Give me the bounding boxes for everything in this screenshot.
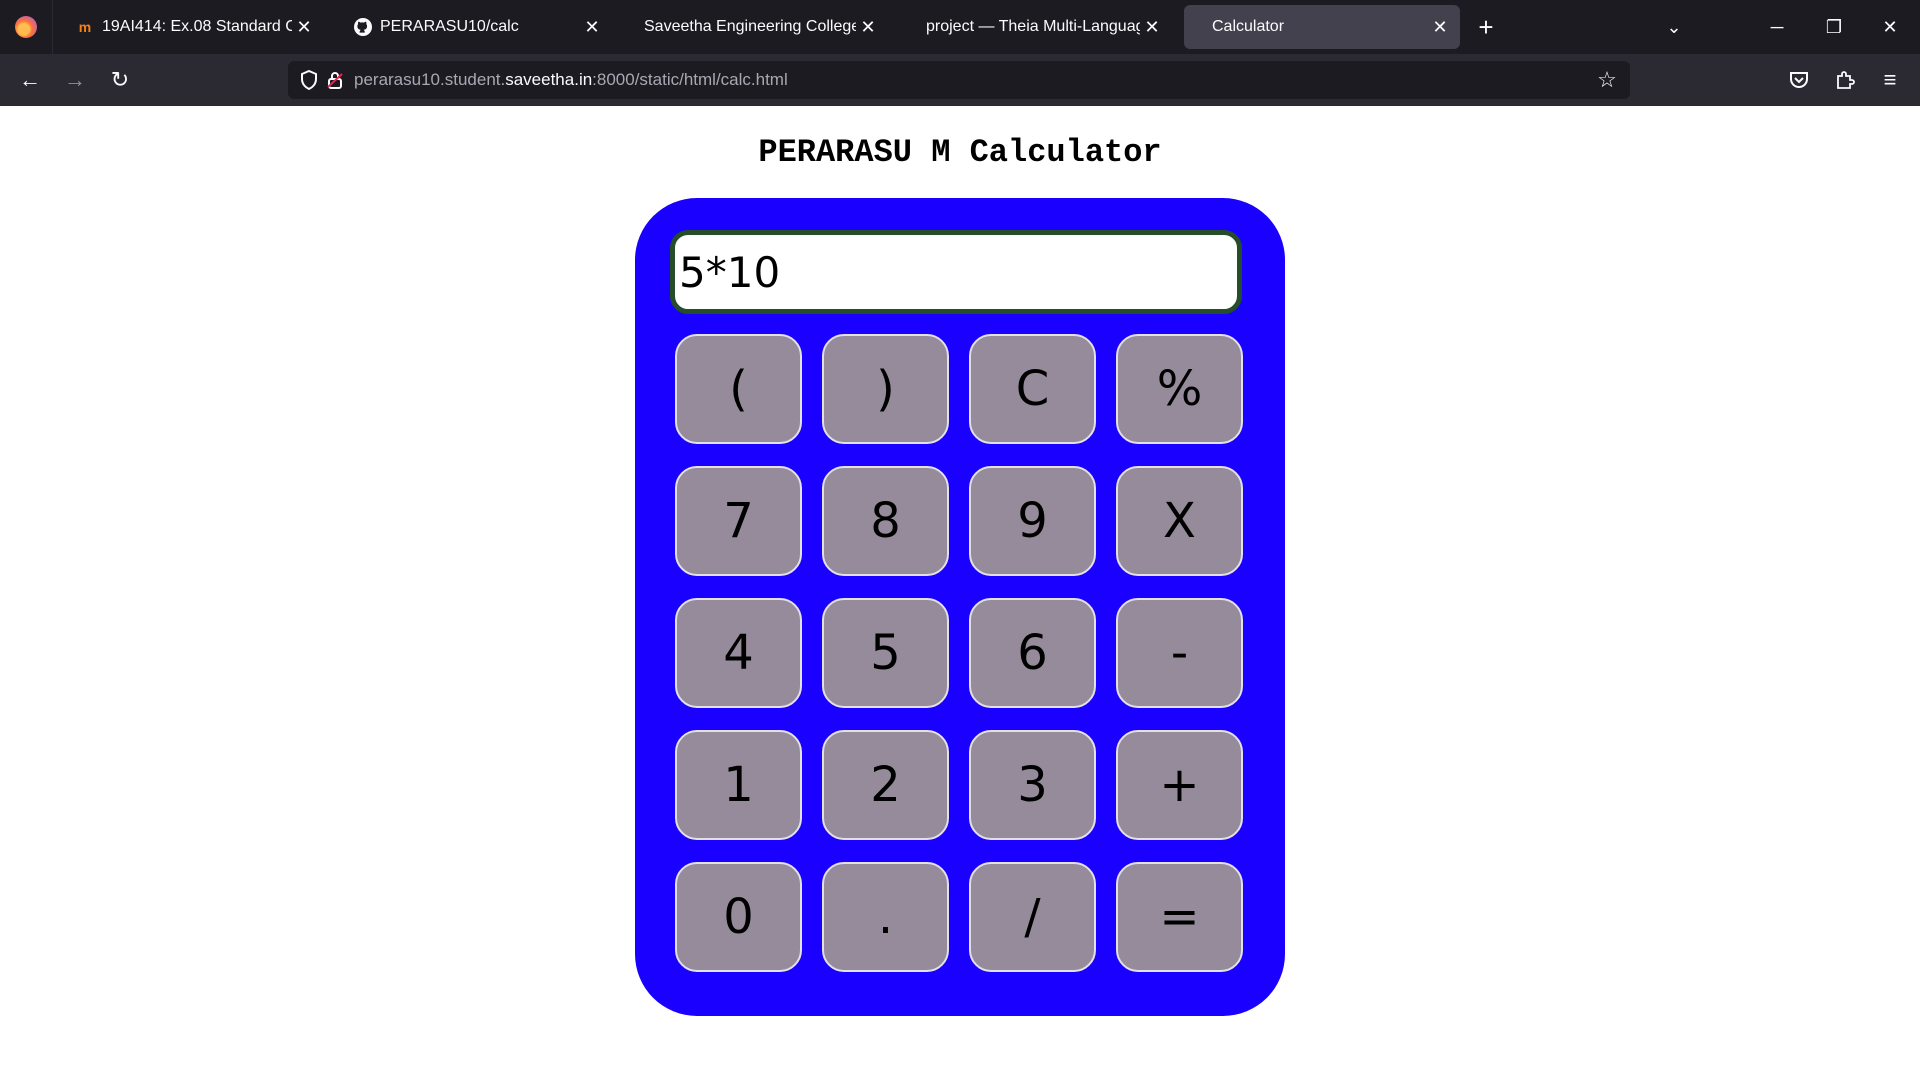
- key-1[interactable]: 1: [675, 730, 802, 840]
- key-clear[interactable]: C: [969, 334, 1096, 444]
- shield-icon[interactable]: [298, 69, 320, 91]
- key-close-paren[interactable]: ): [822, 334, 949, 444]
- close-icon[interactable]: ✕: [1428, 15, 1452, 39]
- key-percent[interactable]: %: [1116, 334, 1243, 444]
- hamburger-menu-icon[interactable]: ≡: [1874, 64, 1906, 96]
- url-domain: saveetha.in: [505, 70, 593, 89]
- key-equals[interactable]: =: [1116, 862, 1243, 972]
- key-divide[interactable]: /: [969, 862, 1096, 972]
- tab-bar: m 19AI414: Ex.08 Standard Calcula ✕ PERA…: [0, 0, 1920, 54]
- new-tab-icon[interactable]: +: [1472, 12, 1500, 42]
- tab-moodle[interactable]: m 19AI414: Ex.08 Standard Calcula ✕: [62, 5, 324, 49]
- forward-icon[interactable]: →: [59, 64, 91, 96]
- key-6[interactable]: 6: [969, 598, 1096, 708]
- tab-title: project — Theia Multi-Language Ex: [926, 18, 1140, 35]
- back-icon[interactable]: ←: [14, 64, 46, 96]
- key-decimal[interactable]: .: [822, 862, 949, 972]
- page-content: PERARASU M Calculator 5*10 ( ) C % 7 8 9…: [0, 106, 1920, 1080]
- firefox-menu-button[interactable]: [0, 0, 53, 54]
- url-prefix: perarasu10.student.: [354, 70, 506, 89]
- key-4[interactable]: 4: [675, 598, 802, 708]
- tab-saveetha[interactable]: Saveetha Engineering College ✕: [616, 5, 888, 49]
- keypad: ( ) C % 7 8 9 X 4 5 6 - 1 2 3 + 0 . / =: [675, 334, 1243, 972]
- minimize-icon[interactable]: ─: [1760, 10, 1794, 44]
- calculator-display[interactable]: 5*10: [670, 230, 1242, 314]
- tab-title: 19AI414: Ex.08 Standard Calcula: [102, 18, 292, 35]
- github-icon: [354, 18, 372, 36]
- tab-theia[interactable]: project — Theia Multi-Language Ex ✕: [898, 5, 1172, 49]
- close-window-icon[interactable]: ✕: [1873, 10, 1907, 44]
- url-bar[interactable]: perarasu10.student.saveetha.in:8000/stat…: [288, 61, 1630, 99]
- key-2[interactable]: 2: [822, 730, 949, 840]
- key-7[interactable]: 7: [675, 466, 802, 576]
- close-icon[interactable]: ✕: [292, 15, 316, 39]
- calculator: 5*10 ( ) C % 7 8 9 X 4 5 6 - 1 2 3 + 0 .…: [635, 198, 1285, 1016]
- url-suffix: :8000/static/html/calc.html: [592, 70, 788, 89]
- tab-title: Saveetha Engineering College: [644, 18, 856, 35]
- key-0[interactable]: 0: [675, 862, 802, 972]
- key-3[interactable]: 3: [969, 730, 1096, 840]
- restore-icon[interactable]: ❐: [1817, 10, 1851, 44]
- page-title: PERARASU M Calculator: [758, 134, 1162, 171]
- firefox-icon: [15, 16, 37, 38]
- tab-title: PERARASU10/calc: [380, 18, 519, 35]
- moodle-icon: m: [78, 19, 92, 35]
- extensions-icon[interactable]: [1829, 64, 1861, 96]
- key-open-paren[interactable]: (: [675, 334, 802, 444]
- key-5[interactable]: 5: [822, 598, 949, 708]
- reload-icon[interactable]: ↻: [104, 64, 136, 96]
- pocket-icon[interactable]: [1783, 64, 1815, 96]
- key-plus[interactable]: +: [1116, 730, 1243, 840]
- key-8[interactable]: 8: [822, 466, 949, 576]
- close-icon[interactable]: ✕: [856, 15, 880, 39]
- tab-calculator[interactable]: Calculator ✕: [1184, 5, 1460, 49]
- lock-icon[interactable]: [324, 69, 346, 91]
- close-icon[interactable]: ✕: [580, 15, 604, 39]
- key-multiply[interactable]: X: [1116, 466, 1243, 576]
- key-9[interactable]: 9: [969, 466, 1096, 576]
- chevron-down-icon[interactable]: ⌄: [1660, 13, 1688, 41]
- navigation-bar: ← → ↻ perarasu10.student.saveetha.in:800…: [0, 54, 1920, 106]
- bookmark-star-icon[interactable]: ☆: [1594, 67, 1620, 93]
- key-minus[interactable]: -: [1116, 598, 1243, 708]
- tab-github[interactable]: PERARASU10/calc ✕: [340, 5, 612, 49]
- close-icon[interactable]: ✕: [1140, 15, 1164, 39]
- tab-title: Calculator: [1212, 18, 1285, 35]
- url-text[interactable]: perarasu10.student.saveetha.in:8000/stat…: [354, 70, 788, 90]
